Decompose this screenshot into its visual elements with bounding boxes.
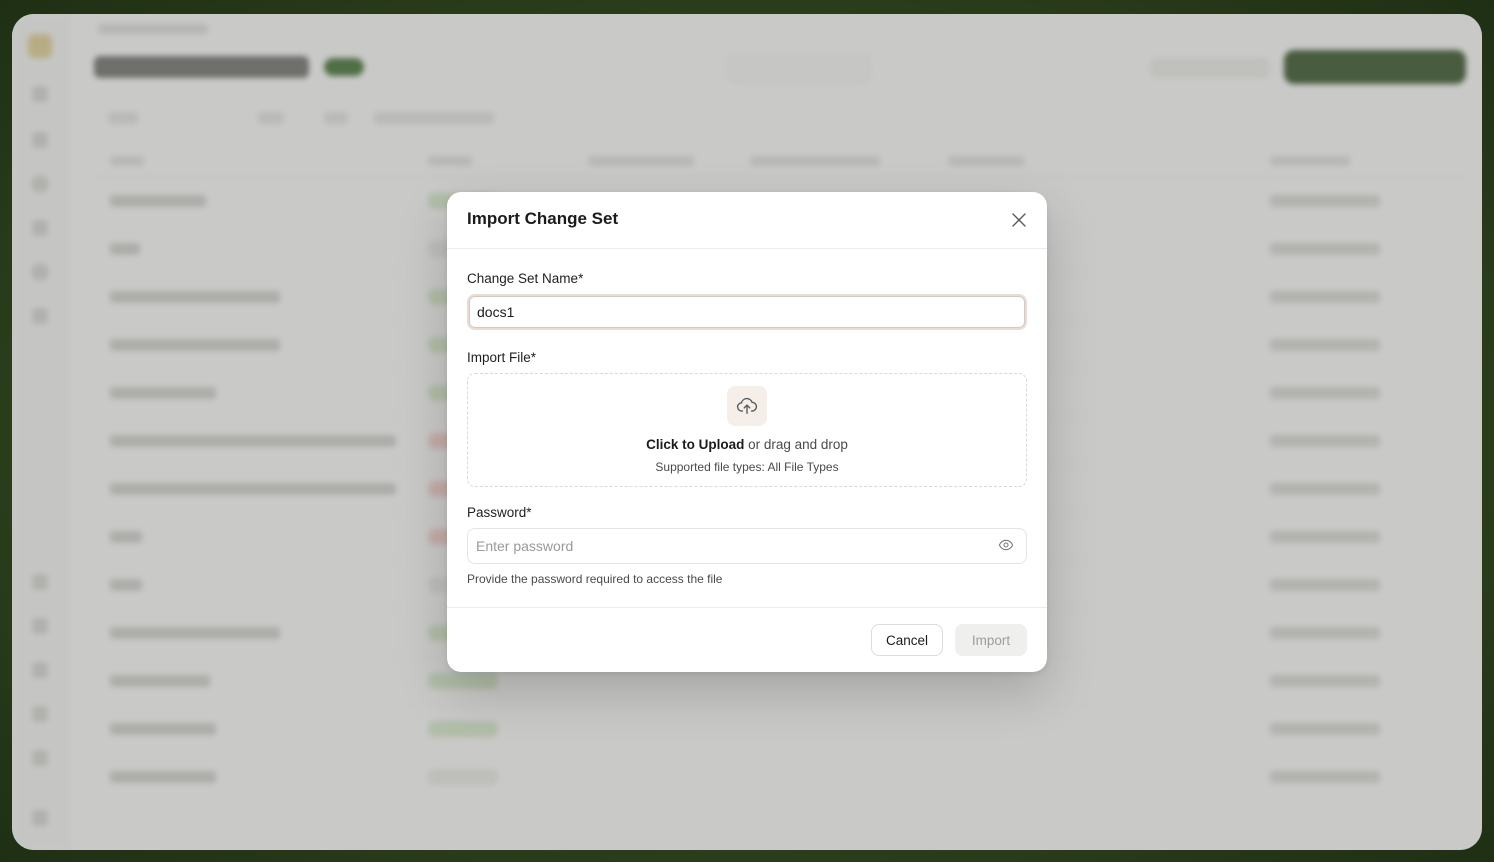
password-help-text: Provide the password required to access … xyxy=(467,572,723,586)
drag-drop-text: or drag and drop xyxy=(744,437,848,452)
change-set-name-input[interactable] xyxy=(467,294,1027,330)
password-label: Password* xyxy=(467,505,532,520)
password-field-wrapper xyxy=(467,528,1027,564)
close-icon xyxy=(1012,213,1026,227)
cloud-upload-icon xyxy=(736,397,758,415)
import-button[interactable]: Import xyxy=(955,624,1027,656)
password-input[interactable] xyxy=(467,528,1027,564)
supported-file-types: Supported file types: All File Types xyxy=(655,460,839,474)
toggle-password-visibility-button[interactable] xyxy=(997,537,1015,555)
dialog-title: Import Change Set xyxy=(467,209,619,228)
eye-icon xyxy=(998,539,1014,551)
close-button[interactable] xyxy=(1009,210,1029,230)
import-change-set-dialog: Import Change Set Change Set Name* Impor… xyxy=(447,192,1047,672)
upload-icon-container xyxy=(727,386,767,426)
window-frame: Import Change Set Change Set Name* Impor… xyxy=(12,14,1482,850)
import-file-label: Import File* xyxy=(467,350,537,365)
dialog-body: Change Set Name* Import File* Click to U… xyxy=(447,249,1047,586)
cancel-button[interactable]: Cancel xyxy=(871,624,943,656)
dialog-header: Import Change Set xyxy=(447,192,1047,249)
file-upload-dropzone[interactable]: Click to Upload or drag and drop Support… xyxy=(467,373,1027,487)
click-to-upload-link[interactable]: Click to Upload xyxy=(646,437,744,452)
change-set-name-label: Change Set Name* xyxy=(467,271,584,286)
upload-instruction: Click to Upload or drag and drop xyxy=(468,437,1026,452)
dialog-footer: Cancel Import xyxy=(447,607,1047,672)
